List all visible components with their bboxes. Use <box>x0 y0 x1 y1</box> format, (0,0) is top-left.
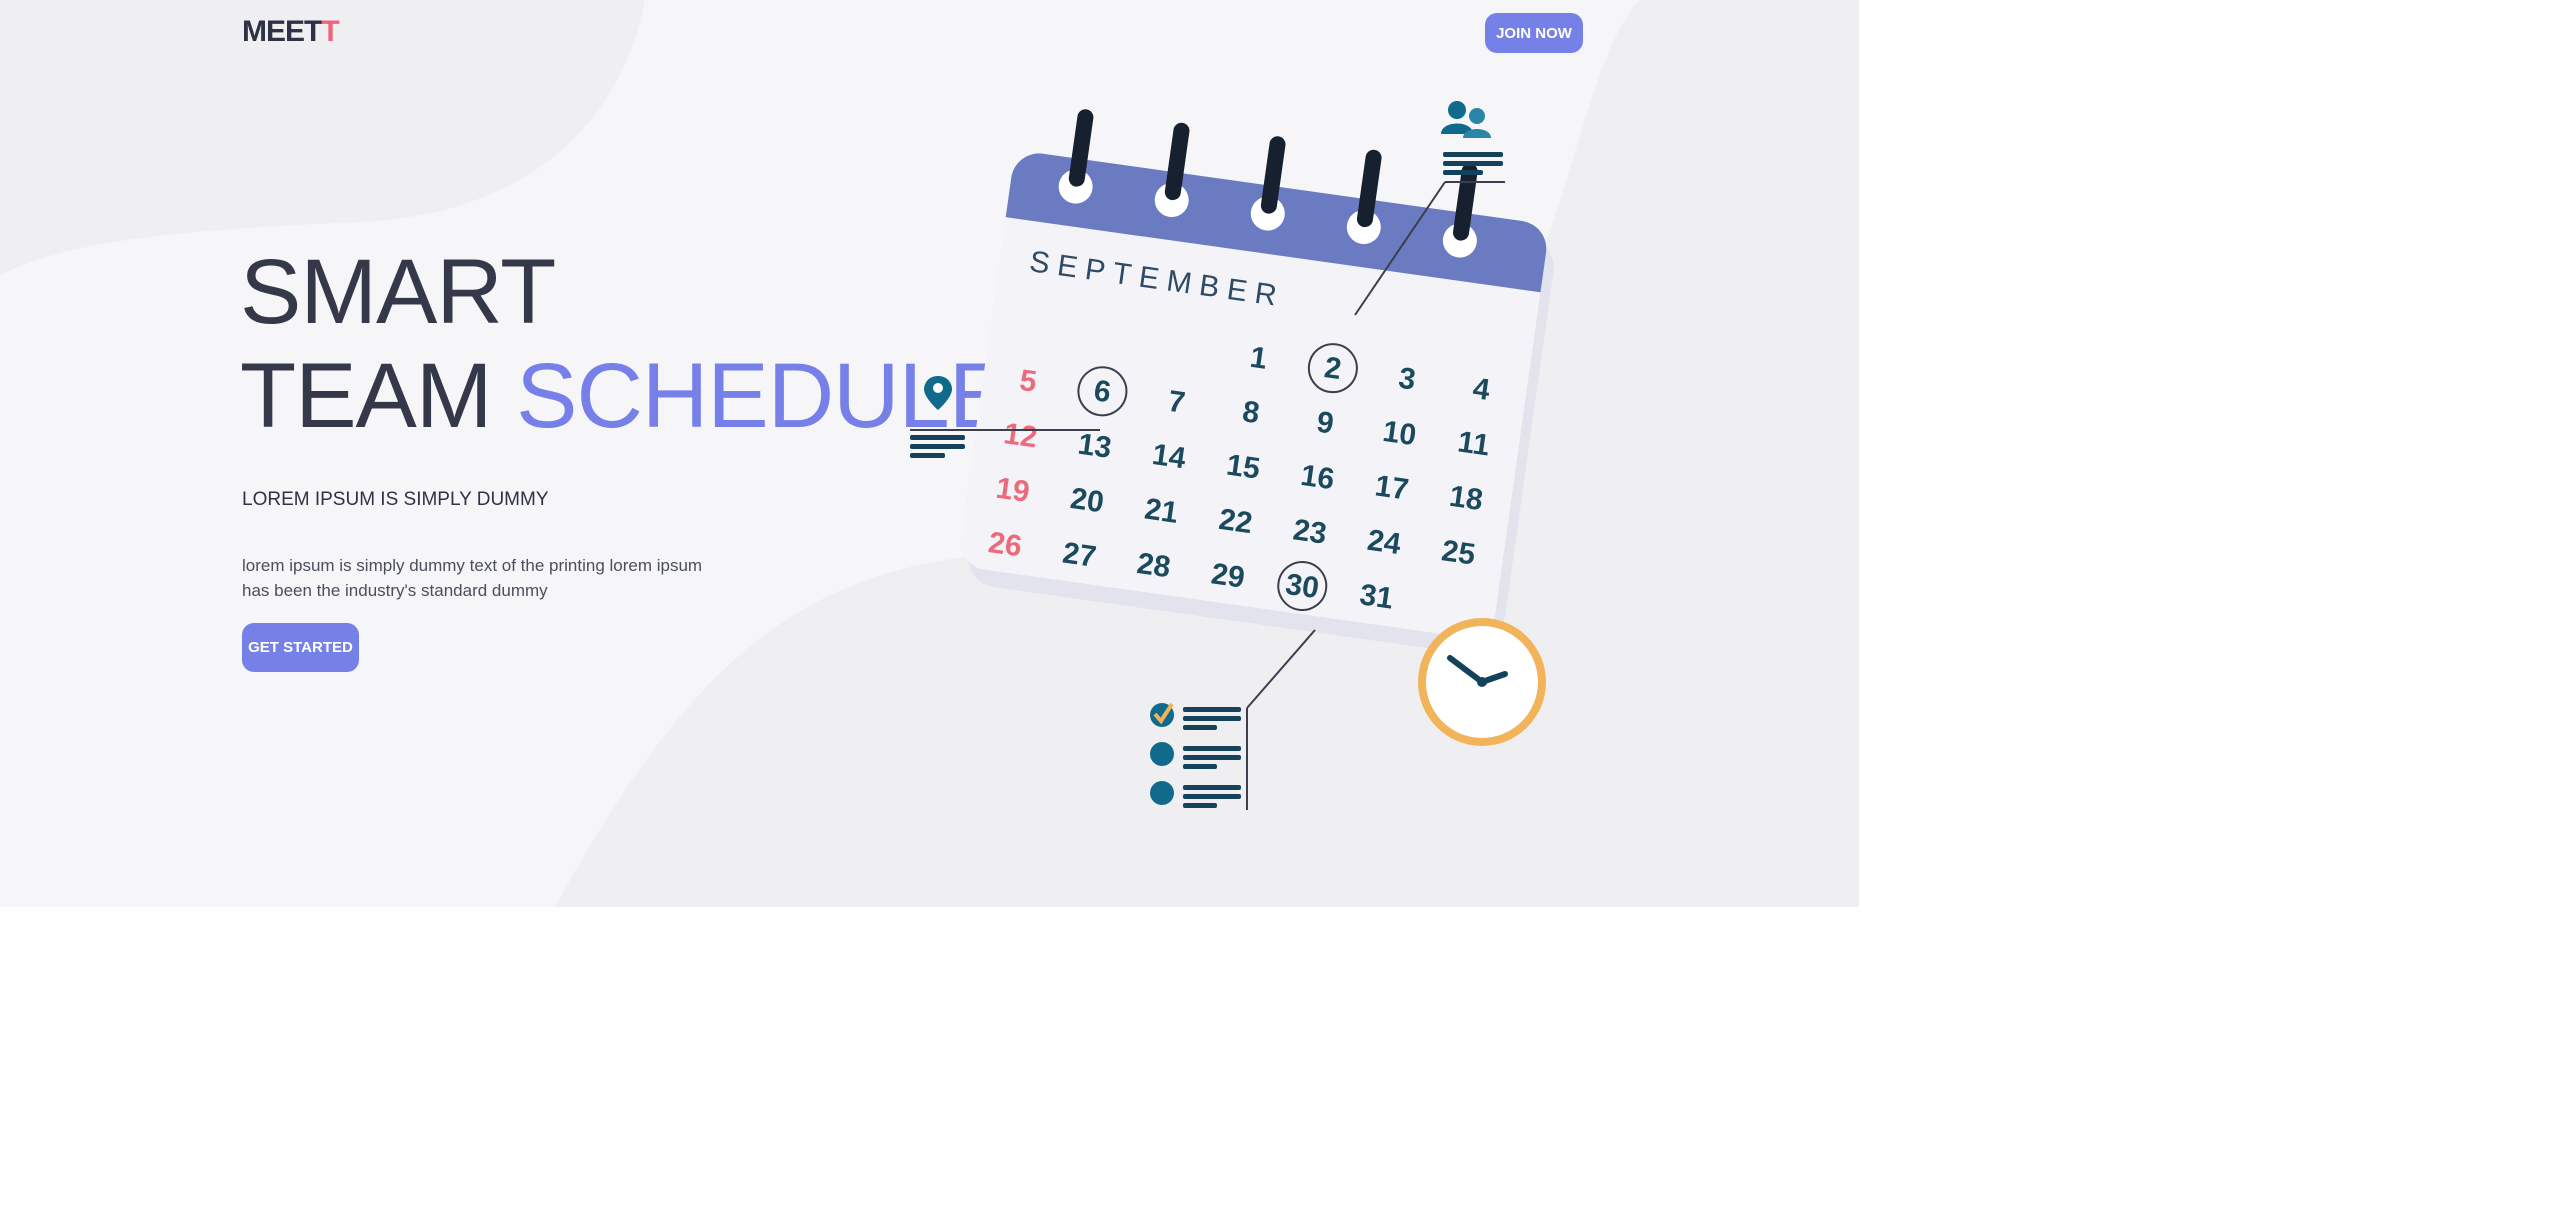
calendar-day[interactable]: 28 <box>1135 547 1173 584</box>
logo-main: MEET <box>242 15 322 48</box>
logo[interactable]: MEETT <box>242 15 340 49</box>
join-now-button[interactable]: JOIN NOW <box>1485 13 1583 53</box>
calendar-day[interactable]: 31 <box>1358 578 1396 615</box>
headline-line-1: SMART <box>240 241 556 343</box>
calendar-day[interactable]: 21 <box>1142 492 1180 529</box>
headline-word-team: TEAM <box>240 345 493 447</box>
checklist-icon <box>1150 702 1241 808</box>
calendar-day[interactable]: 10 <box>1381 415 1419 452</box>
calendar-day[interactable]: 20 <box>1068 482 1106 519</box>
calendar-day[interactable]: 29 <box>1209 557 1247 594</box>
calendar-day[interactable]: 18 <box>1447 480 1485 517</box>
hero-subheading: LOREM IPSUM IS SIMPLY DUMMY <box>242 489 549 510</box>
calendar-day[interactable]: 30 <box>1283 568 1321 605</box>
calendar-day[interactable]: 23 <box>1291 513 1329 550</box>
location-pin-icon <box>924 376 952 410</box>
calendar-day[interactable]: 15 <box>1224 448 1262 485</box>
calendar-day[interactable]: 17 <box>1373 469 1411 506</box>
team-text-lines <box>1443 152 1503 175</box>
hero-section: MEETT JOIN NOW SMART TEAM SCHEDULE LOREM… <box>0 0 1859 907</box>
calendar-day[interactable]: 11 <box>1456 425 1492 462</box>
clock-icon <box>1418 618 1546 746</box>
calendar-day[interactable]: 16 <box>1299 459 1337 496</box>
calendar-day[interactable]: 27 <box>1061 537 1099 574</box>
calendar-day[interactable]: 24 <box>1365 524 1403 561</box>
team-people-icon <box>1441 101 1491 138</box>
logo-accent: T <box>321 15 339 48</box>
get-started-button[interactable]: GET STARTED <box>242 623 359 672</box>
calendar-day[interactable]: 25 <box>1440 534 1478 571</box>
calendar-day[interactable]: 12 <box>1002 417 1040 454</box>
calendar-day[interactable]: 26 <box>986 526 1024 563</box>
calendar-day[interactable]: 14 <box>1150 438 1188 475</box>
calendar-day[interactable]: 22 <box>1217 503 1255 540</box>
calendar-day[interactable]: 13 <box>1076 428 1114 465</box>
location-text-lines <box>910 435 965 458</box>
hero-body-text: lorem ipsum is simply dummy text of the … <box>242 556 703 600</box>
calendar-illustration: SEPTEMBER 1 2 3 45 6 7 8 9 10 1112 13 14 15 16 17 1819 2… <box>910 101 1554 810</box>
calendar-day[interactable]: 19 <box>994 472 1032 509</box>
